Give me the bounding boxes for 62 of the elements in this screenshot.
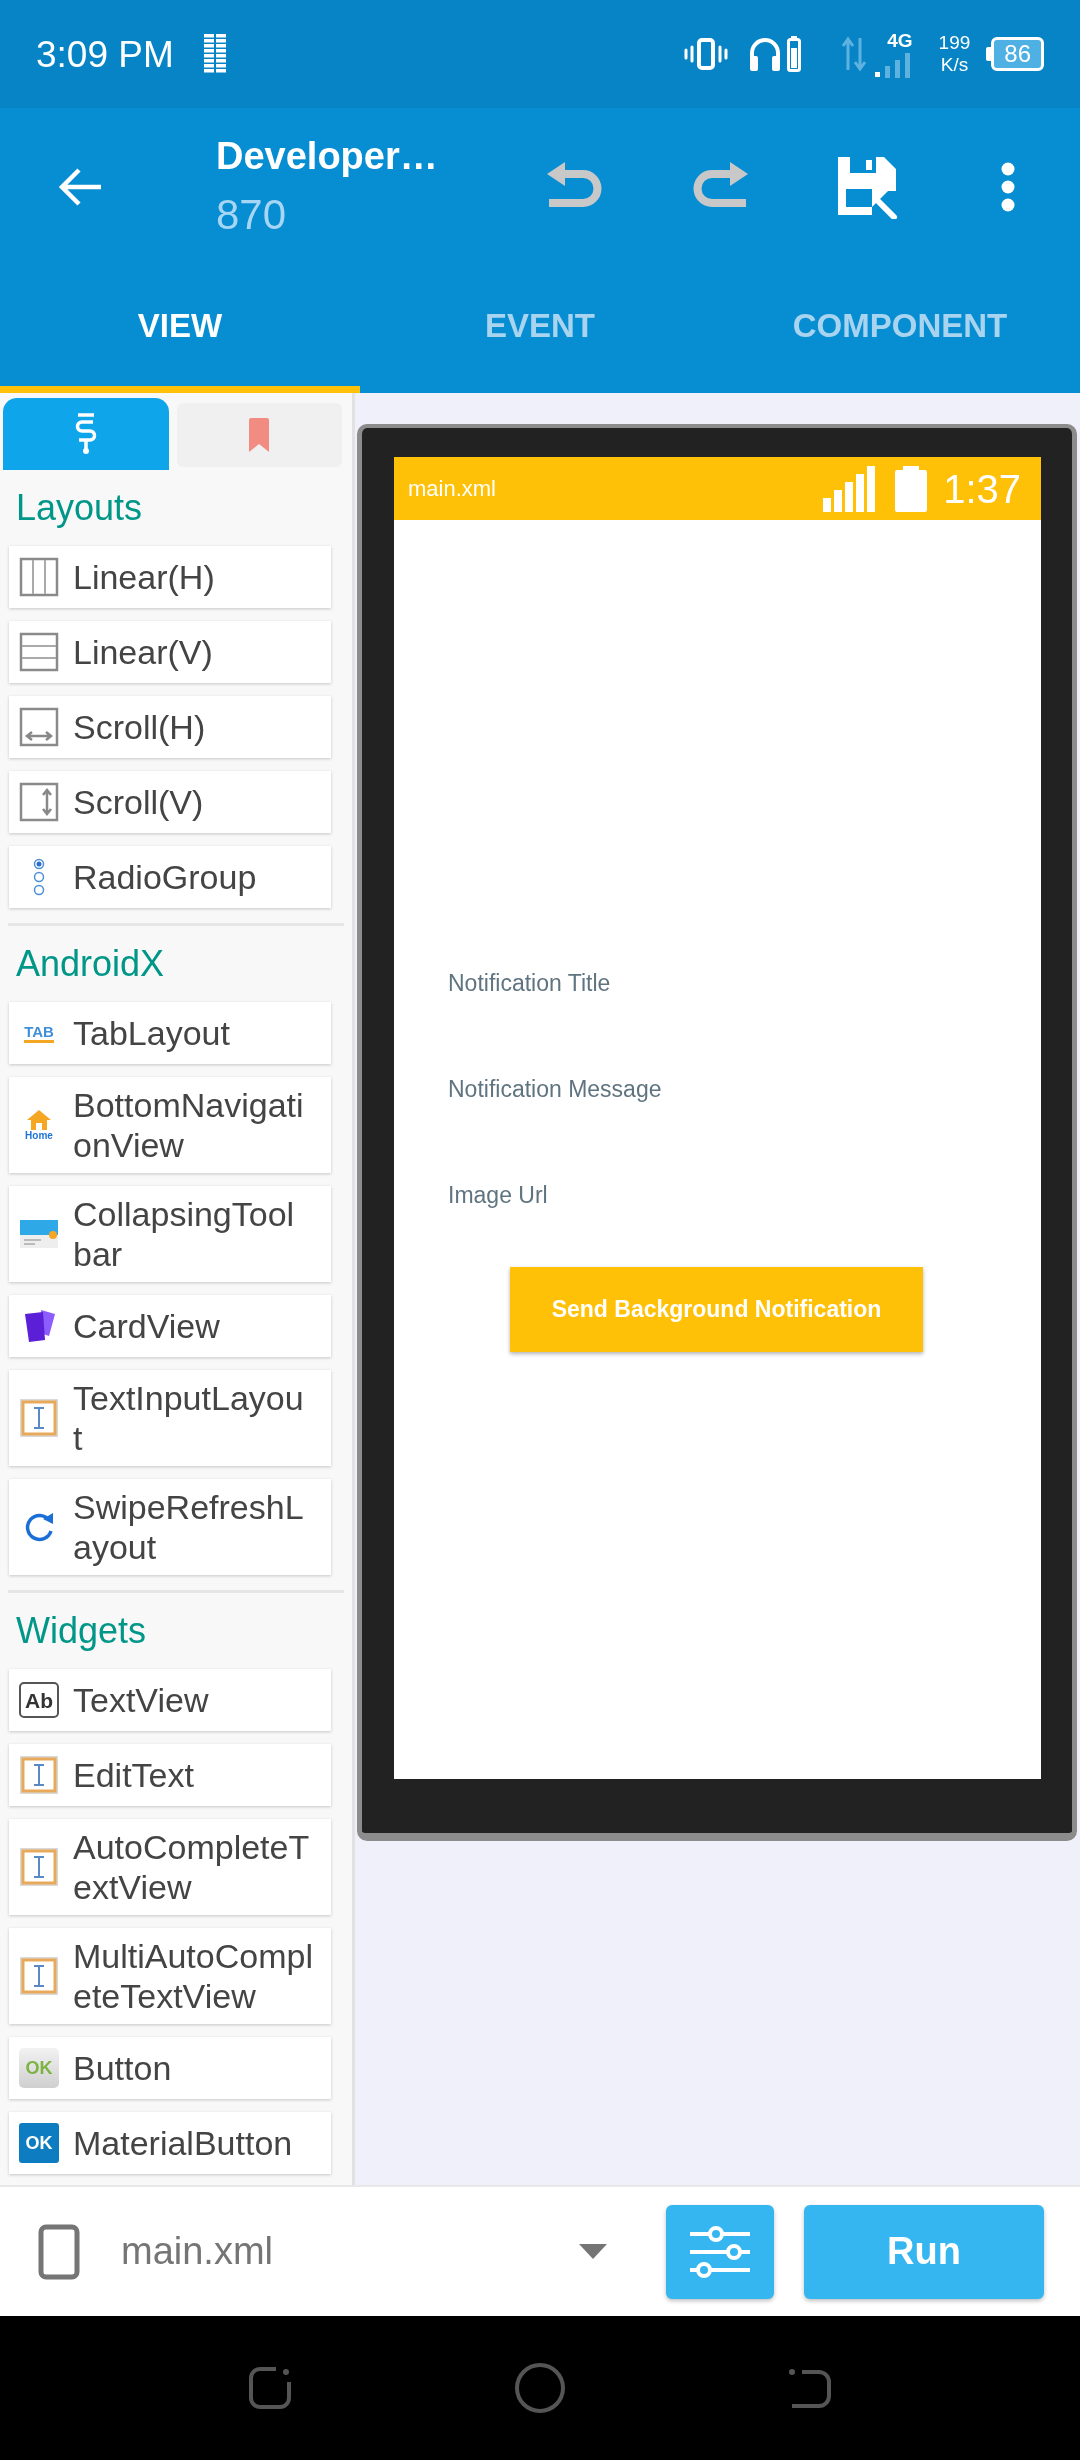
- battery-small-icon: [786, 36, 801, 72]
- palette-item[interactable]: CollapsingToolbar: [9, 1186, 331, 1282]
- ok-icon: OK: [19, 2123, 59, 2163]
- status-time: 3:09 PM: [36, 35, 174, 73]
- columns-icon: [19, 557, 59, 597]
- palette-item[interactable]: SwipeRefreshLayout: [9, 1479, 331, 1575]
- network-type: 4G: [887, 30, 913, 50]
- palette-item[interactable]: AutoCompleteTextView: [9, 1819, 331, 1915]
- hint-text: Notification Message: [448, 1075, 662, 1104]
- signal-icon: [823, 465, 876, 512]
- settings-button[interactable]: [666, 2204, 774, 2299]
- text-cursor-icon: [19, 1956, 59, 1996]
- speed-unit: K/s: [940, 54, 969, 76]
- palette-mode-tab[interactable]: [176, 403, 342, 467]
- project-id: 870: [216, 189, 288, 240]
- palette-item[interactable]: TAB TabLayout: [9, 1002, 331, 1064]
- cell-signal-icon: [872, 51, 913, 78]
- palette-item[interactable]: Linear(V): [9, 621, 331, 683]
- caret-icon: [579, 2244, 607, 2259]
- bookmark-icon: [247, 417, 272, 453]
- palette-item[interactable]: Scroll(H): [9, 696, 331, 758]
- sliders-icon: [690, 2225, 750, 2278]
- preview-title: main.xml: [408, 475, 496, 503]
- project-title: Developer…: [216, 133, 439, 178]
- speed-value: 199: [938, 32, 971, 54]
- headphones-icon: [747, 36, 782, 72]
- palette-item[interactable]: RadioGroup: [9, 846, 331, 908]
- file-dropdown[interactable]: main.xml: [38, 2206, 612, 2297]
- palette-item[interactable]: OK Button: [9, 2037, 331, 2099]
- palette-mode-tab[interactable]: [3, 398, 169, 470]
- phone-outline-icon: [38, 2223, 80, 2280]
- back-arrow-icon: [57, 166, 103, 207]
- vertical-scroll-icon: [19, 782, 59, 822]
- battery-icon: [895, 465, 928, 512]
- hint-text: Image Url: [448, 1181, 548, 1210]
- palette-item[interactable]: Ab TextView: [9, 1669, 331, 1731]
- rounded-square-icon: [246, 2364, 294, 2412]
- text-cursor-icon: [19, 1847, 59, 1887]
- circle-icon: [514, 2362, 566, 2414]
- hint-text: Notification Title: [448, 969, 611, 998]
- palette-item[interactable]: Scroll(V): [9, 771, 331, 833]
- stacked-bars-icon: [203, 34, 226, 74]
- palette-item[interactable]: EditText: [9, 1744, 331, 1806]
- vibrate-icon: [683, 37, 728, 71]
- section-title: Layouts: [16, 487, 143, 529]
- battery-indicator: 86: [986, 37, 1044, 71]
- horizontal-scroll-icon: [19, 707, 59, 747]
- rows-icon: [19, 632, 59, 672]
- section-title: AndroidX: [16, 943, 165, 985]
- preview-clock: 1:37: [943, 468, 1021, 509]
- palette-item[interactable]: OK MaterialButton: [9, 2112, 331, 2174]
- text-cursor-icon: [19, 1398, 59, 1438]
- text-cursor-icon: [19, 1755, 59, 1795]
- ab-icon: Ab: [19, 1682, 59, 1718]
- palette-item[interactable]: Home BottomNavigationView: [9, 1077, 331, 1173]
- data-arrows-icon: [840, 36, 867, 72]
- ok-icon: OK: [19, 2048, 59, 2088]
- palette-item[interactable]: Linear(H): [9, 546, 331, 608]
- palette-item[interactable]: CardView: [9, 1295, 331, 1357]
- section-title: Widgets: [16, 1610, 147, 1652]
- palette-item[interactable]: MultiAutoCompleteTextView: [9, 1928, 331, 2024]
- palette-item[interactable]: TextInputLayout: [9, 1370, 331, 1466]
